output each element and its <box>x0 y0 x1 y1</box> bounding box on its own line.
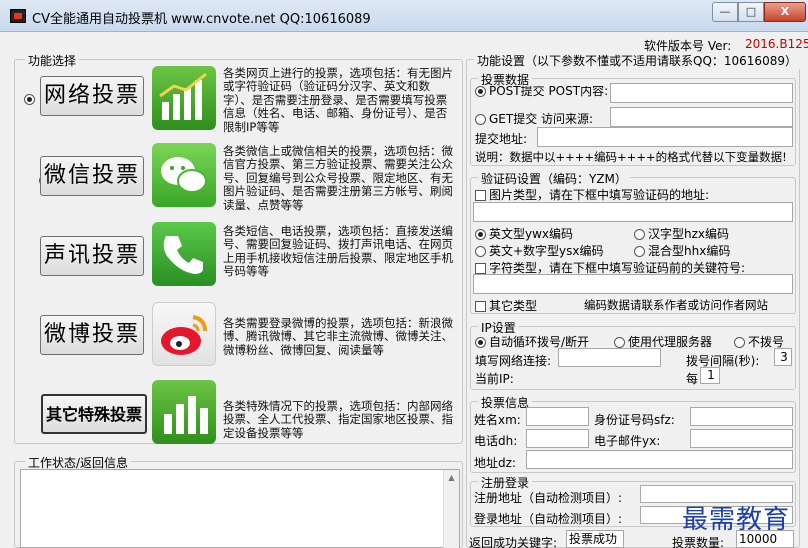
per-input[interactable]: 1 <box>700 367 720 384</box>
status-textarea[interactable]: ▲ <box>20 469 460 548</box>
get-radio[interactable] <box>475 114 486 125</box>
vote-data-note: 说明：数据中以++++编码++++的格式代替以下变量数据! <box>475 150 787 164</box>
phone-vote-button[interactable]: 声讯投票 <box>40 236 144 276</box>
ip-auto-radio[interactable] <box>475 337 486 348</box>
watermark: 最需教育 <box>682 505 791 535</box>
radio-network-vote[interactable] <box>24 94 35 105</box>
captcha-image-url-input[interactable] <box>473 202 793 222</box>
id-input[interactable] <box>690 407 793 426</box>
post-label: POST提交 POST内容: <box>489 86 609 98</box>
captcha-image-label: 图片类型，请在下框中填写验证码的地址: <box>489 188 710 202</box>
ip-none-radio[interactable] <box>734 337 745 348</box>
ip-auto-label: 自动循环拨号/断开 <box>489 335 590 349</box>
vote-info-legend: 投票信息 <box>478 394 533 411</box>
weibo-vote-desc: 各类需要登录微博的投票，选项包括：新浪微博、腾讯微博、其它非主流微博、微博关注、… <box>223 317 453 357</box>
email-label: 电子邮件yx: <box>594 434 661 448</box>
get-label: GET提交 访问来源: <box>489 112 594 126</box>
captcha-other-checkbox[interactable] <box>475 301 486 312</box>
name-input[interactable] <box>526 407 589 426</box>
wechat-vote-button[interactable]: 微信投票 <box>40 156 144 196</box>
captcha-other-label: 其它类型 <box>489 299 538 313</box>
captcha-en-label: 英文型ywx编码 <box>489 227 574 241</box>
weibo-icon <box>152 302 216 366</box>
network-vote-button[interactable]: 网络投票 <box>40 76 144 116</box>
captcha-en-option[interactable]: 英文型ywx编码 <box>475 225 573 242</box>
phone-input[interactable] <box>526 429 589 448</box>
app-icon <box>10 9 26 23</box>
addr-label: 地址dz: <box>474 456 516 470</box>
version-value: 2016.B125 <box>745 37 808 51</box>
captcha-mix-radio[interactable] <box>634 246 645 257</box>
success-keyword-label: 返回成功关键字: <box>469 536 558 548</box>
minimize-button[interactable]: — <box>712 2 738 22</box>
current-ip-label: 当前IP: <box>475 372 514 386</box>
post-option[interactable]: POST提交 POST内容: <box>475 86 608 98</box>
url-input[interactable] <box>537 127 793 147</box>
captcha-ennum-label: 英文+数字型ysx编码 <box>489 244 604 258</box>
captcha-char-input[interactable] <box>473 274 793 294</box>
captcha-char-label: 字符类型，请在下框中填写验证码前的关键符号: <box>489 261 746 275</box>
captcha-char-checkbox[interactable] <box>475 263 486 274</box>
phone-label: 电话dh: <box>474 434 518 448</box>
captcha-other-option[interactable]: 其它类型 <box>475 297 537 314</box>
captcha-other-note: 编码数据请联系作者或访问作者网站 <box>584 298 768 312</box>
status-scrollbar[interactable]: ▲ <box>443 470 459 548</box>
maximize-button[interactable]: □ <box>738 2 764 22</box>
wechat-icon <box>152 143 216 207</box>
phone-vote-desc: 各类短信、电话投票，选项包括：直接发送编号、需要回复验证码、拨打声讯电话、在网页… <box>223 225 453 279</box>
weibo-vote-button[interactable]: 微博投票 <box>40 315 144 355</box>
captcha-cn-radio[interactable] <box>634 229 645 240</box>
ip-none-label: 不拨号 <box>748 335 785 349</box>
name-label: 姓名xm: <box>474 413 521 427</box>
id-label: 身份证号码sfz: <box>594 413 675 427</box>
captcha-image-checkbox[interactable] <box>475 190 486 201</box>
captcha-cn-option[interactable]: 汉字型hzx编码 <box>634 225 729 242</box>
interval-input[interactable]: 3 <box>774 348 792 366</box>
conn-label: 填写网络连接: <box>475 354 552 368</box>
window-title: CV全能通用自动投票机 www.cnvote.net QQ:10616089 <box>32 12 371 27</box>
ip-proxy-radio[interactable] <box>614 337 625 348</box>
vote-count-label: 投票数量: <box>672 536 725 548</box>
captcha-legend: 验证码设置（编码：YZM） <box>478 170 630 187</box>
wechat-vote-desc: 各类微信上或微信相关的投票，选项包括：微信官方投票、第三方验证投票、需要关注公众… <box>223 145 453 211</box>
referer-input[interactable] <box>610 107 793 127</box>
url-label: 提交地址: <box>475 132 528 146</box>
post-content-input[interactable] <box>610 83 793 103</box>
captcha-image-option[interactable]: 图片类型，请在下框中填写验证码的地址: <box>475 186 709 203</box>
conn-input[interactable] <box>558 348 661 367</box>
interval-label: 拨号间隔(秒): <box>686 354 760 368</box>
captcha-cn-label: 汉字型hzx编码 <box>648 227 730 241</box>
title-bar[interactable]: CV全能通用自动投票机 www.cnvote.net QQ:10616089 —… <box>0 0 808 32</box>
settings-legend: 功能设置（以下参数不懂或不适用请联系QQ：10616089） <box>474 52 800 69</box>
captcha-ennum-option[interactable]: 英文+数字型ysx编码 <box>475 242 604 259</box>
network-vote-desc: 各类网页上进行的投票，选项包括：有无图片或字符验证码（验证码分汉字、英文和数字）… <box>223 67 453 133</box>
captcha-mix-option[interactable]: 混合型hhx编码 <box>634 242 730 259</box>
captcha-en-radio[interactable] <box>475 229 486 240</box>
email-input[interactable] <box>690 429 793 448</box>
bar-chart-icon <box>152 380 216 444</box>
captcha-mix-label: 混合型hhx编码 <box>648 244 731 258</box>
captcha-ennum-radio[interactable] <box>475 246 486 257</box>
chart-icon <box>152 66 216 130</box>
ip-proxy-label: 使用代理服务器 <box>628 335 713 349</box>
close-button[interactable]: X <box>764 2 806 22</box>
phone-icon <box>152 222 216 286</box>
reg-url-label: 注册地址（自动检测项目）: <box>474 491 623 505</box>
function-select-legend: 功能选择 <box>25 52 80 69</box>
per-label: 每 <box>686 372 699 386</box>
get-option[interactable]: GET提交 访问来源: <box>475 110 593 127</box>
special-vote-desc: 各类特殊情况下的投票，选项包括：内部网络投票、全人工代投票、指定国家地区投票、指… <box>223 400 453 440</box>
addr-input[interactable] <box>526 450 793 469</box>
special-vote-button[interactable]: 其它特殊投票 <box>41 394 147 434</box>
post-radio[interactable] <box>475 86 486 97</box>
success-keyword-input[interactable]: 投票成功 <box>566 530 624 548</box>
login-url-label: 登录地址（自动检测项目）: <box>474 512 623 526</box>
